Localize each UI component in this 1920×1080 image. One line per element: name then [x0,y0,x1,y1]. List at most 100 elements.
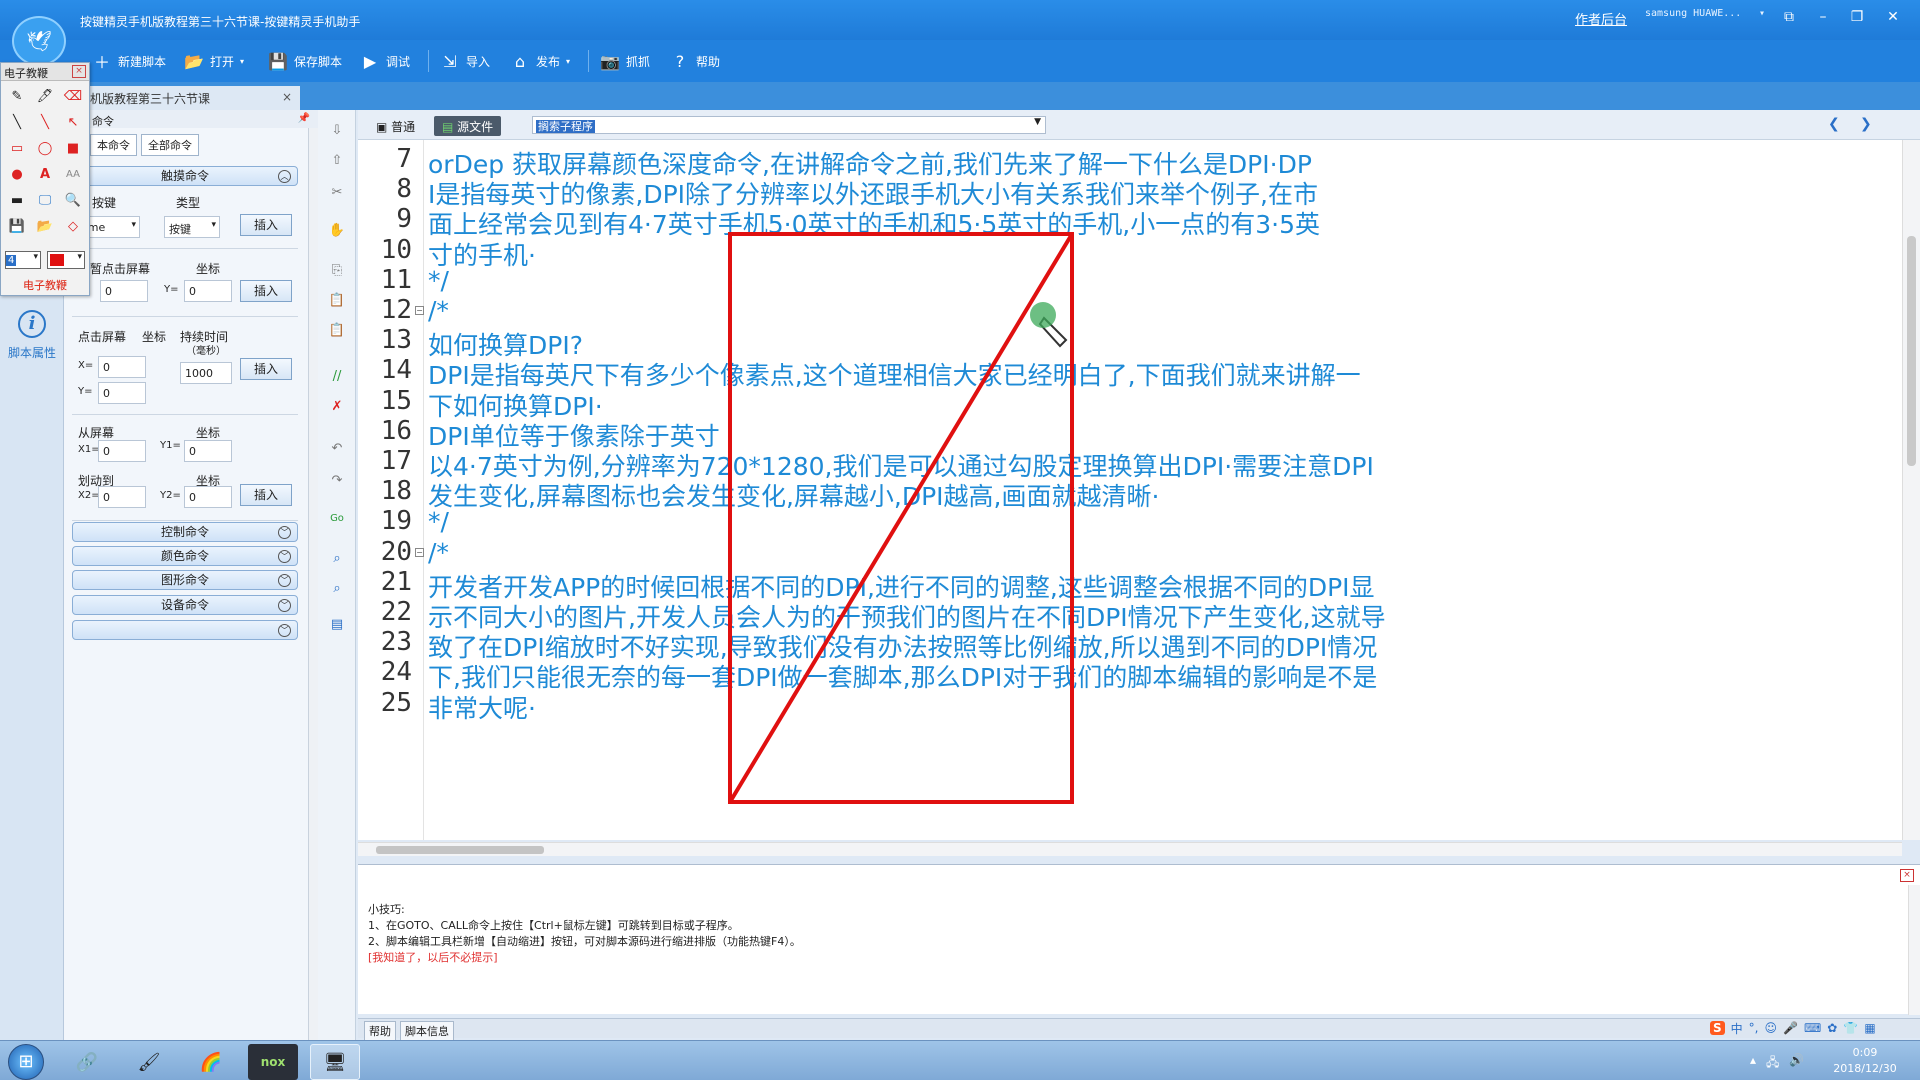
move-down-icon[interactable]: ⇩ [328,122,346,140]
type-select[interactable]: 按键 ▾ [164,216,220,238]
skin-icon[interactable]: 👕 [1843,1021,1858,1035]
taskbar-app-colorful-icon[interactable]: 🌈 [186,1044,236,1080]
editor-horizontal-scrollbar[interactable] [358,842,1902,856]
editor-vertical-scrollbar[interactable] [1902,140,1920,840]
microphone-icon[interactable]: 🎤 [1783,1021,1798,1035]
duration-input[interactable]: 1000 [180,362,232,384]
section-color[interactable]: 颜色命令 ﹀ [72,546,298,566]
import-button[interactable]: ⇲ 导入 [440,50,490,72]
tab-script-info[interactable]: 脚本信息 [400,1021,454,1041]
tap-y-input[interactable]: 0 [184,280,232,302]
panel-scrollbar[interactable] [308,128,318,1040]
black-bar-icon[interactable]: ▬ [3,188,31,212]
insert-key-button[interactable]: 插入 [240,214,292,236]
code-line[interactable]: 下,我们只能很无奈的每一套DPI做一套脚本,那么DPI对于我们的脚本编辑的影响是… [428,658,1377,694]
filled-rectangle-icon[interactable]: ■ [59,136,87,160]
fold-toggle-icon[interactable]: − [415,306,424,315]
uncomment-icon[interactable]: ✗ [328,398,346,416]
press-x-input[interactable]: 0 [98,356,146,378]
diamond-icon[interactable]: ◇ [59,214,87,238]
publish-button[interactable]: ⌂ 发布 ▾ [510,50,570,72]
code-line[interactable]: 非常大呢· [428,689,536,725]
settings-icon[interactable]: ✿ [1827,1021,1837,1035]
help-button[interactable]: ? 帮助 [670,50,720,72]
section-device[interactable]: 设备命令 ﹀ [72,595,298,615]
emoji-icon[interactable]: ☺ [1765,1021,1778,1035]
restore-small-icon[interactable]: ⧉ [1778,6,1800,28]
clipboard-icon[interactable]: 📋 [328,322,346,340]
save-icon[interactable]: 💾 [3,214,31,238]
section-graphic[interactable]: 图形命令 ﹀ [72,570,298,590]
tab-help[interactable]: 帮助 [364,1021,396,1041]
brush-icon[interactable]: ╲ [3,110,31,134]
document-tab[interactable]: 机版教程第三十六节课 × [80,86,300,110]
rectangle-icon[interactable]: ▭ [3,136,31,160]
line-width-select[interactable]: 4 ▾ [5,251,41,269]
find-icon[interactable]: ⌕ [328,550,346,568]
tab-all-commands[interactable]: 全部命令 [141,134,199,156]
color-select[interactable]: ▾ [47,251,85,269]
taskbar-app-nox-icon[interactable]: nox [248,1044,298,1080]
line-icon[interactable]: ╲ [31,110,59,134]
keyboard-icon[interactable]: ⌨ [1804,1021,1821,1035]
code-line[interactable]: */ [428,266,449,295]
info-icon[interactable]: i [18,310,46,338]
open-button[interactable]: 📂 打开 ▾ [184,50,244,72]
network-icon[interactable]: 🖧 [1766,1053,1779,1074]
move-up-icon[interactable]: ⇧ [328,152,346,170]
scroll-thumb[interactable] [1907,236,1916,466]
subroutine-search-select[interactable]: 搁索子程序 ▼ [532,116,1046,134]
script-props-label[interactable]: 脚本属性 [8,344,56,361]
nav-next-button[interactable]: ❯ [1860,116,1872,132]
filled-ellipse-icon[interactable]: ● [3,162,31,186]
nav-prev-button[interactable]: ❮ [1828,116,1840,132]
minimize-button[interactable]: – [1812,6,1834,28]
tab-basic-commands[interactable]: 本命令 [90,134,137,156]
pen-icon[interactable]: 🖊 [31,84,59,108]
taskbar-app-brush-icon[interactable]: 🖌 [124,1044,174,1080]
text-icon[interactable]: A [31,162,59,186]
code-line[interactable]: 发生变化,屏幕图标也会发生变化,屏幕越小,DPI越高,画面就越清晰· [428,477,1159,513]
start-button[interactable]: ⊞ [8,1044,44,1080]
fold-toggle-icon[interactable]: − [415,547,424,557]
scroll-thumb[interactable] [376,846,544,854]
open-folder-icon[interactable]: 📂 [31,214,59,238]
screen-icon[interactable]: 🖵 [31,188,59,212]
paste-icon[interactable]: 📋 [328,292,346,310]
backend-link[interactable]: 作者后台 [1575,9,1627,28]
ime-lang[interactable]: 中 [1731,1020,1743,1037]
swipe-x2-input[interactable]: 0 [98,486,146,508]
cut-icon[interactable]: ✂ [328,184,346,202]
code-line[interactable]: /* [428,296,449,325]
eraser-icon[interactable]: ✎ [3,84,31,108]
comment-icon[interactable]: // [328,368,346,386]
zoom-icon[interactable]: 🔍 [59,188,87,212]
capture-button[interactable]: 📷 抓抓 [600,50,650,72]
swipe-y2-input[interactable]: 0 [184,486,232,508]
device-select[interactable]: samsung HUAWE... ▾ [1645,8,1765,26]
arrow-icon[interactable]: ↖ [59,110,87,134]
ellipse-icon[interactable]: ◯ [31,136,59,160]
indent-icon[interactable]: ▤ [328,616,346,634]
tips-scrollbar[interactable] [1908,885,1920,1015]
section-more[interactable]: ﹀ [72,620,298,640]
text-size-icon[interactable]: AA [59,162,87,186]
pin-icon[interactable]: 📌 [298,113,310,124]
insert-swipe-button[interactable]: 插入 [240,484,292,506]
insert-tap-button[interactable]: 插入 [240,280,292,302]
clock[interactable]: 0:09 2018/12/30 [1820,1045,1910,1077]
grid-icon[interactable]: ▦ [1864,1021,1875,1035]
volume-icon[interactable]: 🔊 [1789,1053,1804,1074]
tap-x-input[interactable]: 0 [100,280,148,302]
taskbar-app-sprite-icon[interactable]: 🖥 [310,1044,360,1080]
dismiss-tips-link[interactable]: [我知道了，以后不必提示] [368,949,498,965]
code-line[interactable]: /* [428,538,449,567]
section-control[interactable]: 控制命令 ﹀ [72,522,298,542]
close-icon[interactable]: × [282,90,292,104]
code-line[interactable]: */ [428,507,449,536]
clear-icon[interactable]: ⌫ [59,84,87,108]
debug-button[interactable]: ▶ 调试 [360,50,410,72]
maximize-button[interactable]: ❐ [1846,6,1868,28]
close-icon[interactable]: × [72,65,86,78]
taskbar-app-network-icon[interactable]: 🔗 [62,1044,112,1080]
